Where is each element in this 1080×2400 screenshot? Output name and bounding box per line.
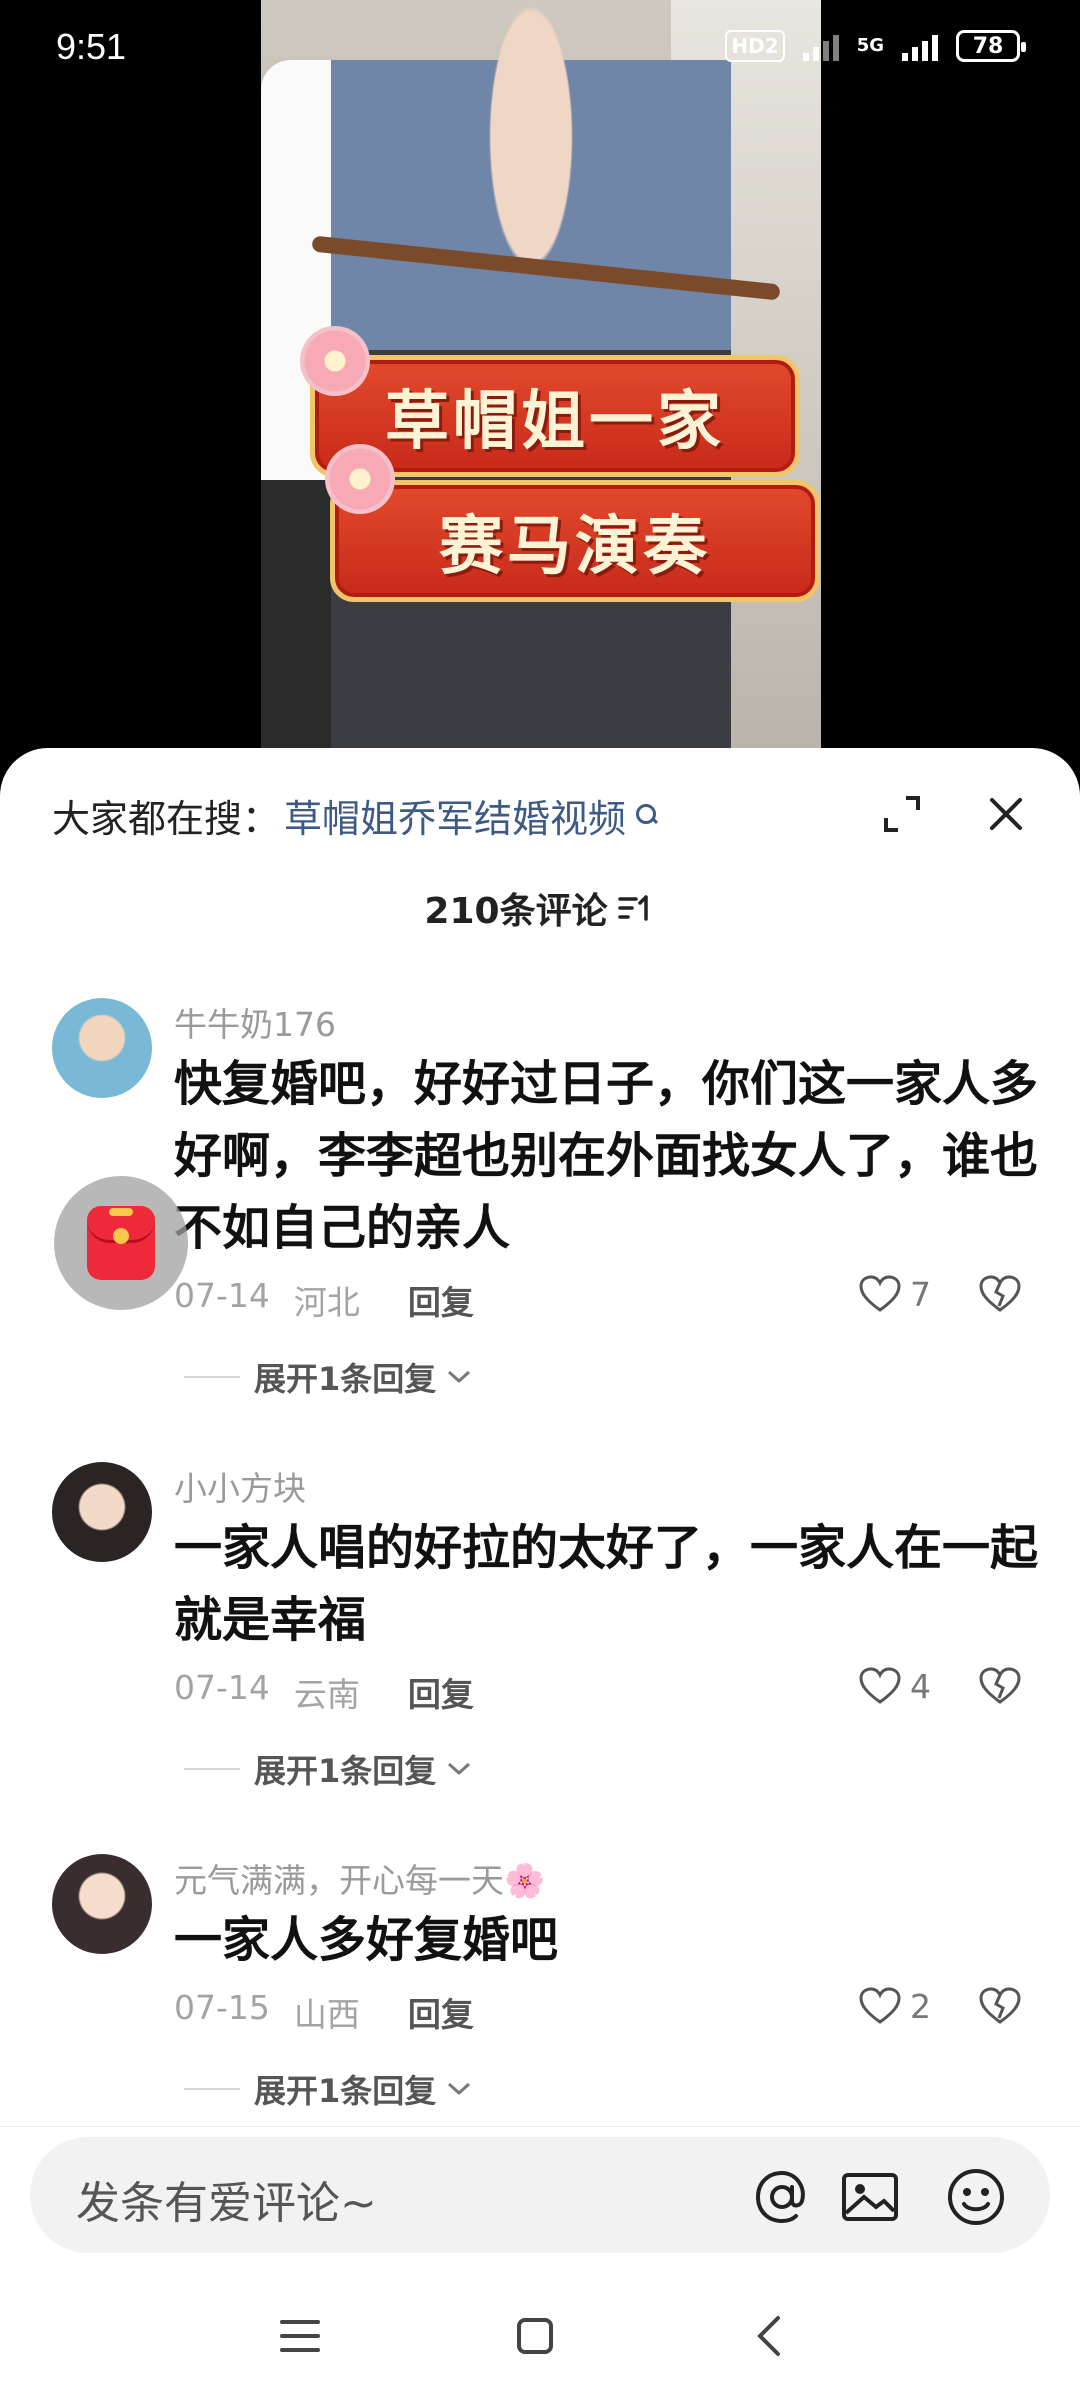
comment-meta: 07-14 河北 回复 [174,1276,474,1324]
reply-button[interactable]: 回复 [408,1276,474,1324]
divider-line [184,1376,240,1378]
comment-date: 07-15 [174,1988,270,2027]
broken-heart-icon[interactable] [978,1666,1022,1706]
network-label: 5G [856,35,884,56]
banner-text-1: 草帽姐一家 [385,385,725,459]
avatar[interactable] [52,1462,152,1562]
flower-decoration-icon [325,444,395,514]
close-icon[interactable] [984,792,1028,836]
expand-replies-label: 展开1条回复 [254,2072,437,2110]
signal-icon [902,31,938,61]
comment-text[interactable]: 一家人多好复婚吧 [174,1904,1044,1976]
system-nav-bar [0,2278,1080,2400]
comment-location: 云南 [293,1675,360,1714]
expand-replies-label: 展开1条回复 [254,1752,437,1790]
chevron-down-icon [448,1762,471,1776]
comments-count-title: 210条评论 [0,882,1080,934]
divider-line [184,2088,240,2090]
comment-date: 07-14 [174,1276,270,1315]
like-count: 2 [910,1986,931,2026]
avatar[interactable] [52,1854,152,1954]
red-packet-icon [87,1206,155,1280]
image-icon[interactable] [838,2165,902,2229]
like-button[interactable]: 4 [858,1666,931,1706]
battery-level: 78 [972,33,1004,59]
broken-heart-icon[interactable] [978,1986,1022,2026]
comment-input-placeholder: 发条有爱评论~ [76,2178,377,2229]
like-button[interactable]: 2 [858,1986,931,2026]
signal-icon [802,31,839,61]
avatar[interactable] [52,998,152,1098]
expand-icon[interactable] [880,792,924,836]
status-bar: 9:51 HD2 5G 78 [0,0,1080,100]
emoji-icon[interactable] [944,2165,1008,2229]
menu-icon[interactable] [270,2306,330,2366]
comments-count: 210条评论 [424,891,608,932]
search-icon[interactable] [636,804,658,826]
heart-icon [859,1987,901,2024]
like-button[interactable]: 7 [858,1274,931,1314]
comment-input-bar: 发条有爱评论~ [0,2126,1080,2253]
comment-input[interactable]: 发条有爱评论~ [30,2137,1050,2253]
banner-text-2: 赛马演奏 [439,510,711,584]
like-count: 7 [910,1274,931,1314]
expand-replies-button[interactable]: 展开1条回复 [184,1354,474,1400]
comment-date: 07-14 [174,1668,270,1707]
comment-username[interactable]: 小小方块 [174,1462,306,1510]
red-packet-float-button[interactable] [54,1176,188,1310]
comment-text[interactable]: 一家人唱的好拉的太好了，一家人在一起就是幸福 [174,1512,1044,1656]
at-icon[interactable] [750,2165,814,2229]
flower-decoration-icon [300,326,370,396]
heart-icon [859,1275,901,1312]
chevron-down-icon [448,2082,471,2096]
video-title-banner-2: 赛马演奏 [330,480,820,602]
battery-icon: 78 [956,30,1026,62]
reply-button[interactable]: 回复 [408,1988,474,2036]
sort-icon[interactable] [616,891,656,925]
comment-username[interactable]: 元气满满，开心每一天🌸 [174,1854,545,1902]
broken-heart-icon[interactable] [978,1274,1022,1314]
status-icons: HD2 5G 78 [725,30,1026,62]
comment-meta: 07-15 山西 回复 [174,1988,474,2036]
search-query-link[interactable]: 草帽姐乔军结婚视频 [284,788,626,843]
trending-search[interactable]: 大家都在搜： 草帽姐乔军结婚视频 [52,788,658,843]
comment-meta: 07-14 云南 回复 [174,1668,474,1716]
hd-badge: HD2 [725,30,785,62]
comment-location: 河北 [293,1283,360,1322]
video-player[interactable]: 草帽姐一家 赛马演奏 [0,0,1080,760]
comment-location: 山西 [293,1995,360,2034]
status-time: 9:51 [56,26,127,67]
home-icon[interactable] [505,2306,565,2366]
search-prefix: 大家都在搜： [52,796,281,841]
expand-replies-button[interactable]: 展开1条回复 [184,1746,474,1792]
back-icon[interactable] [740,2306,800,2366]
comment-text[interactable]: 快复婚吧，好好过日子，你们这一家人多好啊，李李超也别在外面找女人了，谁也不如自己… [174,1048,1044,1264]
like-count: 4 [910,1666,931,1706]
divider-line [184,1768,240,1770]
chevron-down-icon [448,1370,471,1384]
reply-button[interactable]: 回复 [408,1668,474,1716]
expand-replies-button[interactable]: 展开1条回复 [184,2066,474,2112]
heart-icon [859,1667,901,1704]
expand-replies-label: 展开1条回复 [254,1360,437,1398]
comment-username[interactable]: 牛牛奶176 [174,998,336,1046]
